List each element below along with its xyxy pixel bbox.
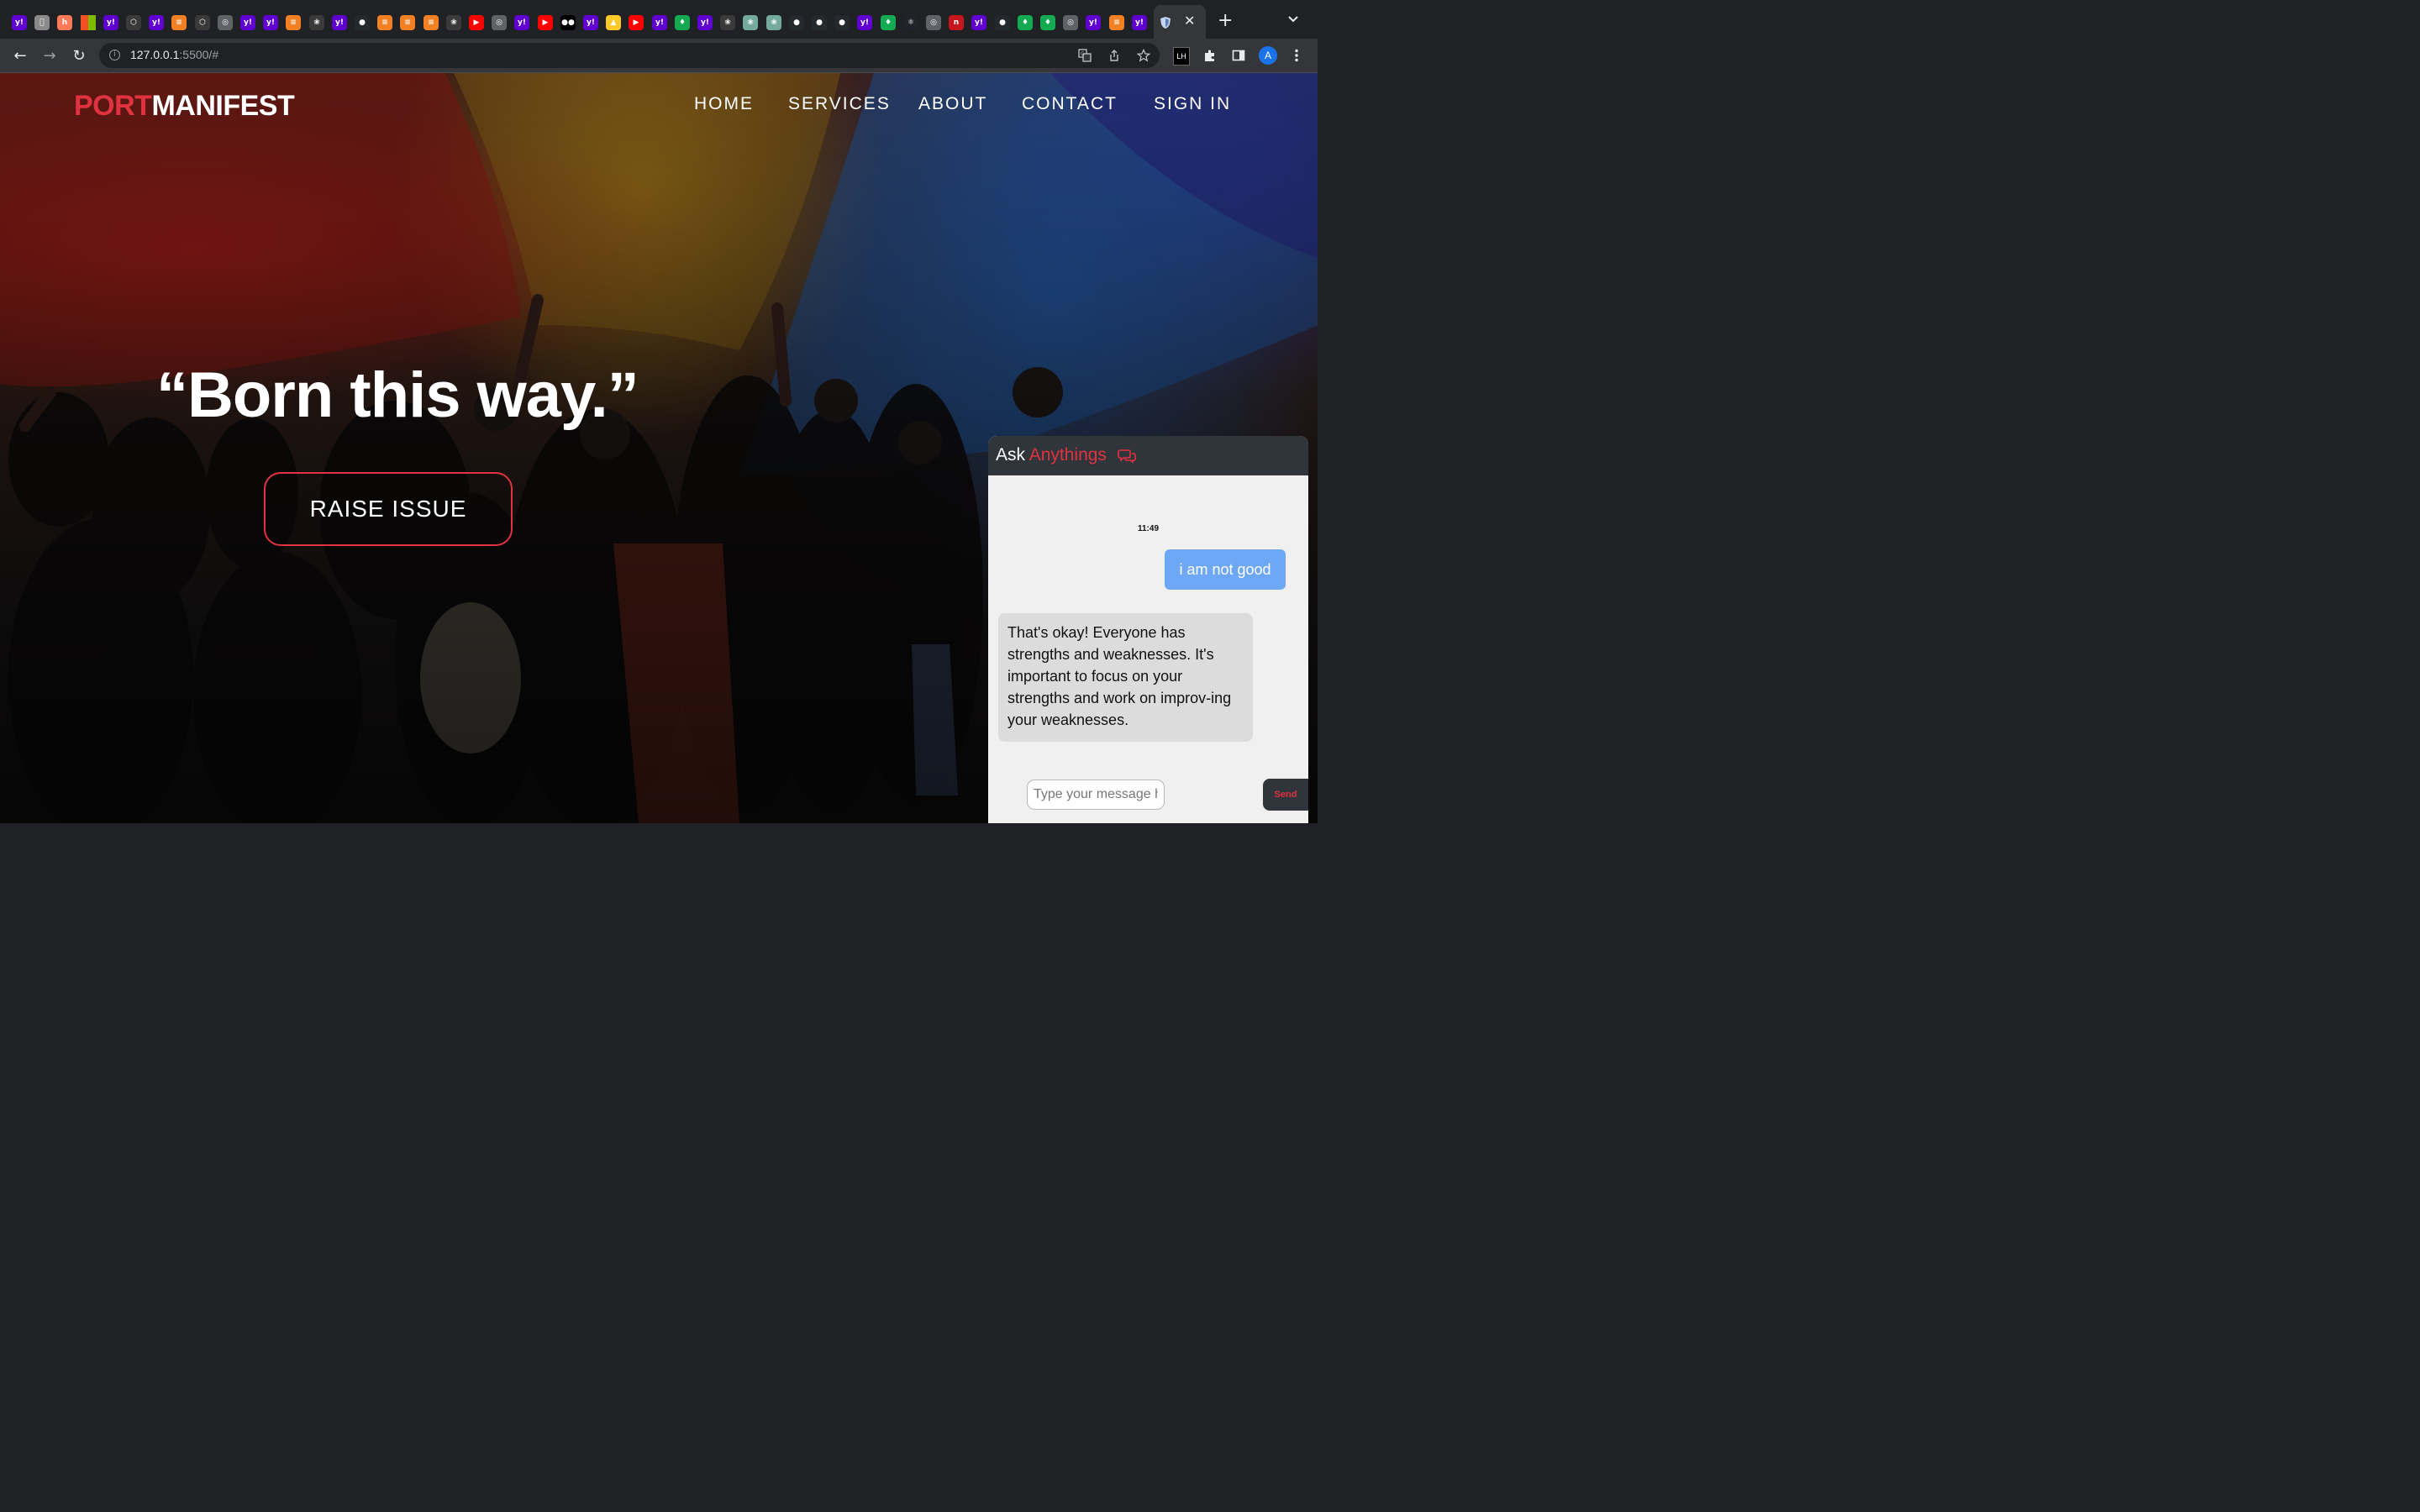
chat-title-accent: Anythings [1028, 445, 1107, 465]
yahoo-icon[interactable]: y! [263, 15, 278, 30]
extensions-puzzle-icon[interactable] [1202, 47, 1218, 64]
netlify-icon[interactable]: n [949, 15, 964, 30]
yahoo-icon[interactable]: y! [697, 15, 713, 30]
youtube-icon[interactable]: ▶ [538, 15, 553, 30]
yahoo-icon[interactable]: y! [1086, 15, 1101, 30]
browser-tab-strip: ✕ + y!hy!⬡y!≡⬡◎y!y!≡❀y!●≡≡≡❀▶◎y!▶●●y!▲▶… [0, 0, 1318, 39]
translate-icon[interactable]: G [1078, 49, 1092, 66]
chatgpt-icon[interactable]: ❀ [766, 15, 781, 30]
share-icon[interactable] [1107, 49, 1121, 66]
yahoo-icon[interactable]: y! [332, 15, 347, 30]
nav-home[interactable]: HOME [694, 94, 754, 114]
openai-icon[interactable]: ❀ [720, 15, 735, 30]
tab-search-chevron-icon[interactable] [1288, 13, 1298, 26]
react-icon[interactable]: ⚛ [903, 15, 918, 30]
globe-icon[interactable]: ◎ [492, 15, 507, 30]
nav-services[interactable]: SERVICES [788, 94, 891, 114]
raise-issue-button[interactable]: RAISE ISSUE [264, 472, 513, 546]
youtube-icon[interactable]: ▶ [629, 15, 644, 30]
logo-accent-text: PORT [74, 90, 152, 122]
bot-message-bubble: That's okay! Everyone has strengths and … [998, 613, 1253, 742]
active-tab[interactable]: ✕ [1154, 5, 1206, 39]
chat-timestamp: 11:49 [1137, 524, 1160, 533]
side-panel-icon[interactable] [1230, 47, 1247, 64]
hubspot-icon[interactable]: h [57, 15, 72, 30]
github-icon[interactable]: ● [834, 15, 850, 30]
bookmark-star-icon[interactable] [1136, 48, 1151, 66]
chat-message-input[interactable] [1027, 780, 1165, 810]
mongodb-icon[interactable]: ♦ [1040, 15, 1055, 30]
url-host: 127.0.0.1 [130, 48, 180, 61]
unity-icon[interactable]: ⬡ [126, 15, 141, 30]
chat-header: Ask Anythings [988, 436, 1308, 475]
nav-about[interactable]: ABOUT [918, 94, 987, 114]
shield-icon [1160, 17, 1171, 29]
nav-sign-in[interactable]: SIGN IN [1154, 94, 1231, 114]
yahoo-icon[interactable]: y! [652, 15, 667, 30]
hero-section: PORTMANIFEST HOME SERVICES ABOUT CONTACT… [0, 73, 1318, 823]
send-button[interactable]: Send [1263, 779, 1308, 811]
unity-icon[interactable]: ⬡ [195, 15, 210, 30]
stackoverflow-icon[interactable]: ≡ [286, 15, 301, 30]
apple-icon[interactable]:  [34, 15, 50, 30]
stackoverflow-icon[interactable]: ≡ [400, 15, 415, 30]
github-icon[interactable]: ● [812, 15, 827, 30]
chat-widget: Ask Anythings 11:49 i am not good That's… [988, 436, 1308, 823]
profile-avatar[interactable]: A [1259, 46, 1277, 65]
back-button[interactable]: ← [11, 46, 29, 65]
globe-icon[interactable]: ◎ [926, 15, 941, 30]
yahoo-icon[interactable]: y! [971, 15, 986, 30]
microsoft-icon[interactable] [81, 15, 96, 30]
yahoo-icon[interactable]: y! [583, 15, 598, 30]
logo-main-text: MANIFEST [151, 90, 295, 122]
reload-button[interactable]: ↻ [70, 46, 88, 65]
yahoo-icon[interactable]: y! [103, 15, 118, 30]
chat-bubbles-icon [1118, 449, 1136, 464]
stackoverflow-icon[interactable]: ≡ [171, 15, 187, 30]
close-tab-icon[interactable]: ✕ [1184, 13, 1195, 29]
site-info-icon[interactable]: i [109, 50, 120, 60]
openai-icon[interactable]: ❀ [446, 15, 461, 30]
youtube-icon[interactable]: ▶ [469, 15, 484, 30]
globe-icon[interactable]: ◎ [218, 15, 233, 30]
mongodb-icon[interactable]: ♦ [675, 15, 690, 30]
openai-icon[interactable]: ❀ [309, 15, 324, 30]
medium-icon[interactable]: ●● [560, 15, 576, 30]
github-icon[interactable]: ● [789, 15, 804, 30]
stackoverflow-icon[interactable]: ≡ [1109, 15, 1124, 30]
browser-toolbar: ← → ↻ i 127.0.0.1:5500/# G LH A [0, 39, 1318, 73]
new-tab-button[interactable]: + [1218, 10, 1233, 31]
yahoo-icon[interactable]: y! [12, 15, 27, 30]
yahoo-icon[interactable]: y! [514, 15, 529, 30]
nav-contact[interactable]: CONTACT [1022, 94, 1118, 114]
github-icon[interactable]: ● [355, 15, 370, 30]
yahoo-icon[interactable]: y! [240, 15, 255, 30]
forward-button[interactable]: → [40, 46, 59, 65]
url-text[interactable]: 127.0.0.1:5500/# [130, 48, 218, 61]
yahoo-icon[interactable]: y! [149, 15, 164, 30]
chat-title-plain: Ask [996, 445, 1026, 465]
chat-title: Ask Anythings [996, 445, 1107, 465]
stackoverflow-icon[interactable]: ≡ [377, 15, 392, 30]
mongodb-icon[interactable]: ♦ [1018, 15, 1033, 30]
mongodb-icon[interactable]: ♦ [881, 15, 896, 30]
firebase-icon[interactable]: ▲ [606, 15, 621, 30]
stackoverflow-icon[interactable]: ≡ [424, 15, 439, 30]
github-icon[interactable]: ● [995, 15, 1010, 30]
chatgpt-icon[interactable]: ❀ [743, 15, 758, 30]
browser-menu-icon[interactable] [1290, 47, 1303, 64]
user-message-bubble: i am not good [1165, 549, 1286, 590]
url-path: :5500/# [179, 48, 219, 61]
address-bar[interactable]: i 127.0.0.1:5500/# G [99, 43, 1160, 68]
yahoo-icon[interactable]: y! [857, 15, 872, 30]
hero-quote: “Born this way.” [156, 360, 639, 431]
svg-text:G: G [1081, 51, 1085, 57]
lighthouse-extension-icon[interactable]: LH [1173, 47, 1190, 66]
globe-icon[interactable]: ◎ [1063, 15, 1078, 30]
site-logo[interactable]: PORTMANIFEST [74, 90, 295, 123]
yahoo-icon[interactable]: y! [1132, 15, 1147, 30]
